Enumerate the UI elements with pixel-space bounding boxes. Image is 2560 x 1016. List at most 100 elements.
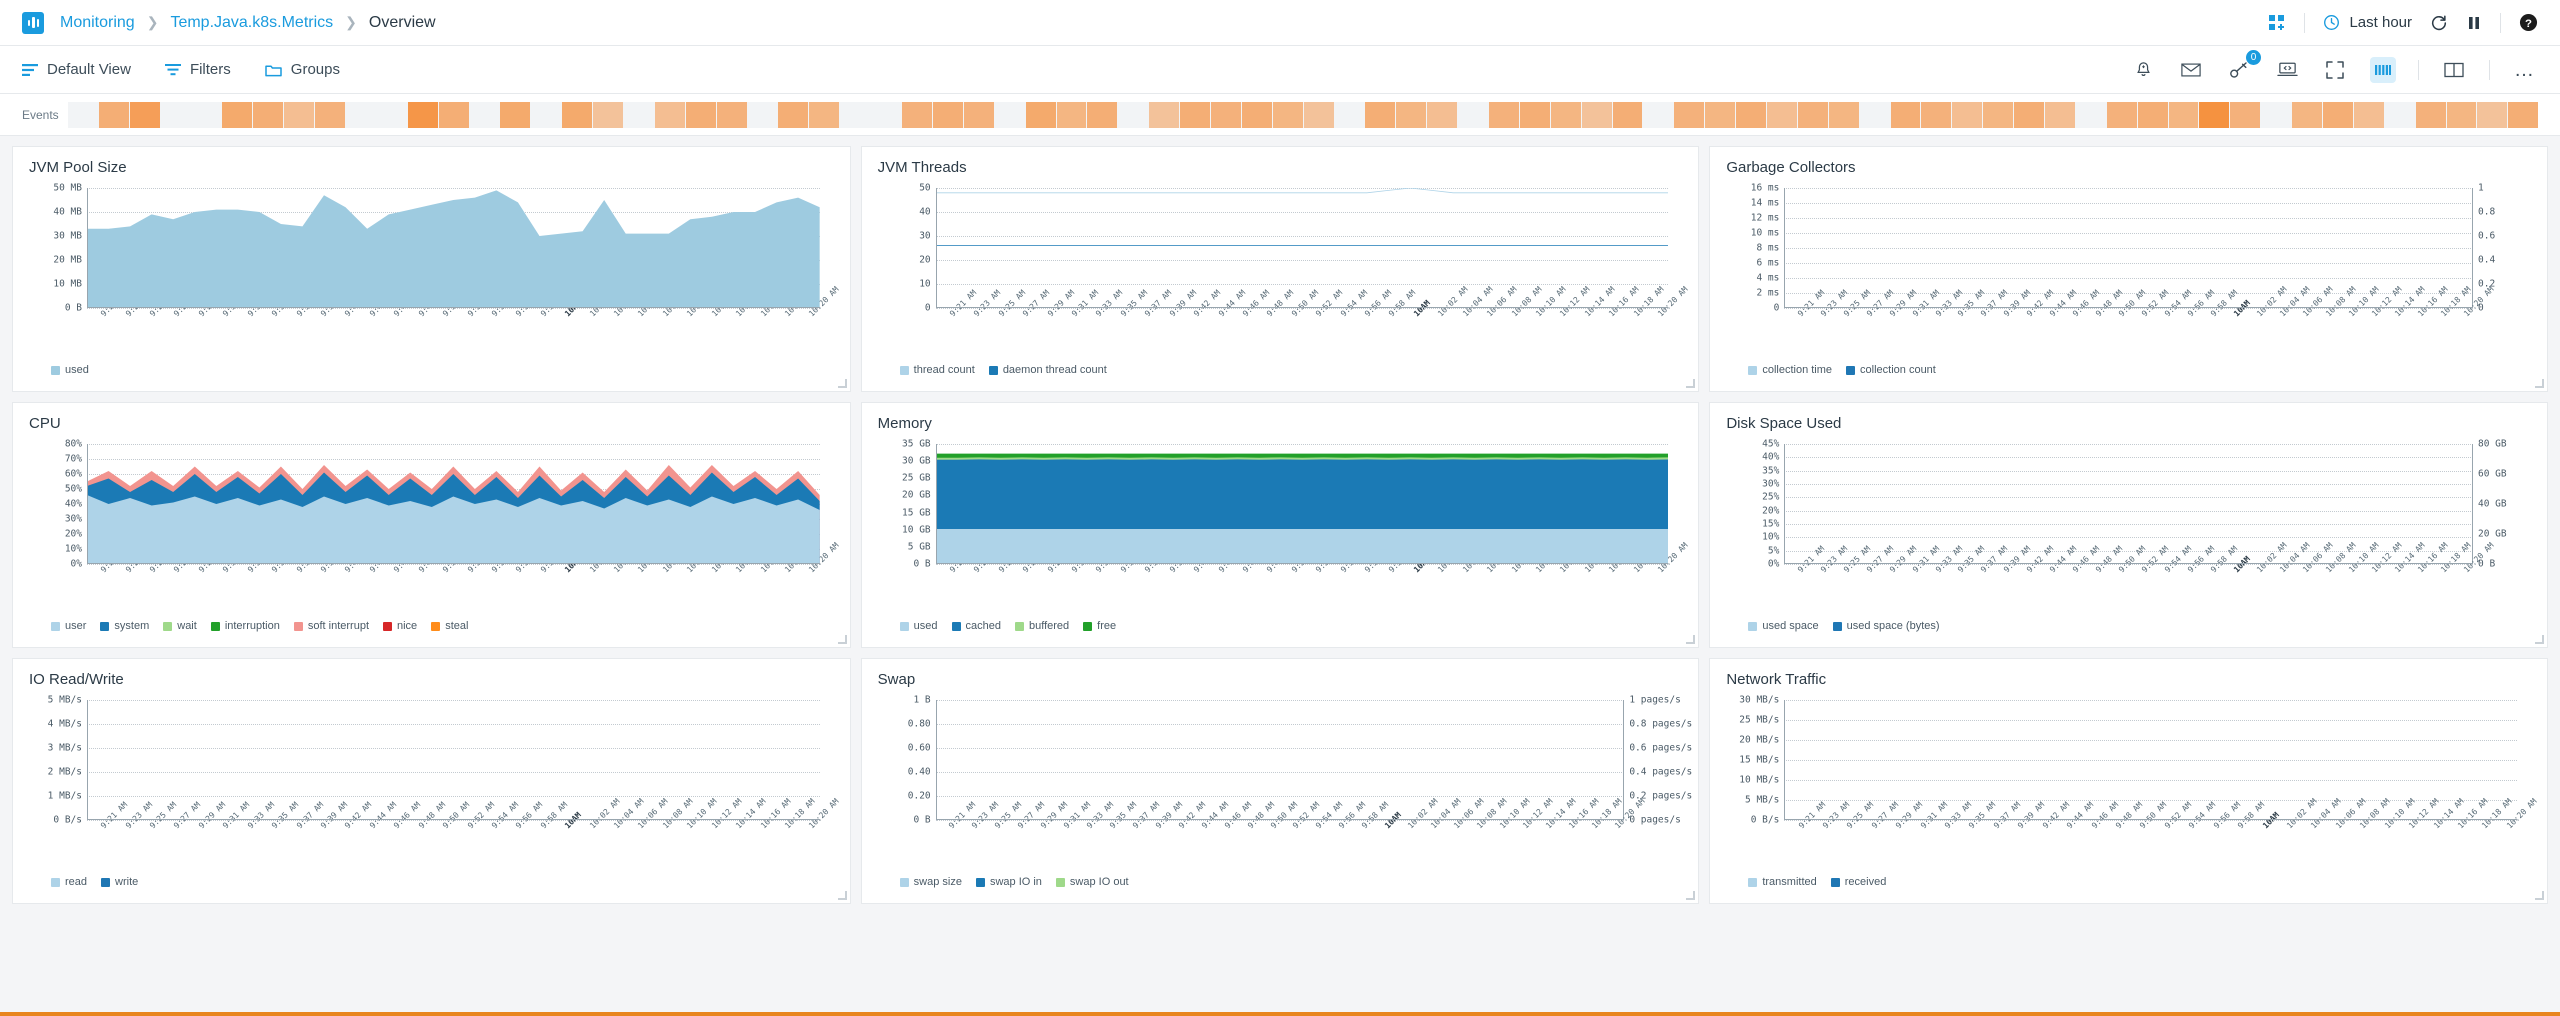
legend-item[interactable]: steal <box>431 620 468 632</box>
legend-item[interactable]: swap IO out <box>1056 876 1129 888</box>
plot-region[interactable]: 02 ms4 ms6 ms8 ms10 ms12 ms14 ms16 ms00.… <box>1784 188 2473 308</box>
event-block[interactable] <box>2076 102 2106 128</box>
event-block[interactable] <box>1860 102 1890 128</box>
legend-item[interactable]: collection time <box>1748 364 1832 376</box>
groups-button[interactable]: Groups <box>265 61 340 78</box>
event-block[interactable] <box>1242 102 1272 128</box>
event-block[interactable] <box>99 102 129 128</box>
event-block[interactable] <box>408 102 438 128</box>
bars-view-icon[interactable] <box>2370 57 2396 83</box>
legend-item[interactable]: write <box>101 876 138 888</box>
time-range-selector[interactable]: Last hour <box>2323 14 2412 31</box>
event-block[interactable] <box>778 102 808 128</box>
event-block[interactable] <box>531 102 561 128</box>
event-block[interactable] <box>1952 102 1982 128</box>
event-block[interactable] <box>2230 102 2260 128</box>
pause-icon[interactable] <box>2466 15 2482 31</box>
event-block[interactable] <box>1705 102 1735 128</box>
event-block[interactable] <box>2014 102 2044 128</box>
plot-region[interactable]: 010203040509:21 AM9:23 AM9:25 AM9:27 AM9… <box>936 188 1669 308</box>
legend-item[interactable]: read <box>51 876 87 888</box>
chart-area[interactable]: 0 B/s1 MB/s2 MB/s3 MB/s4 MB/s5 MB/s9:21 … <box>29 696 834 846</box>
event-block[interactable] <box>2508 102 2538 128</box>
event-block[interactable] <box>655 102 685 128</box>
event-block[interactable] <box>871 102 901 128</box>
panel-resize-handle[interactable] <box>2535 635 2544 644</box>
event-block[interactable] <box>1458 102 1488 128</box>
event-block[interactable] <box>2292 102 2322 128</box>
refresh-icon[interactable] <box>2430 14 2448 32</box>
chart-area[interactable]: 0%5%10%15%20%25%30%35%40%45%0 B20 GB40 G… <box>1726 440 2531 590</box>
plot-region[interactable]: 0 B0.200.400.600.801 B0 pages/s0.2 pages… <box>936 700 1625 820</box>
event-block[interactable] <box>1736 102 1766 128</box>
event-block[interactable] <box>2354 102 2384 128</box>
event-block[interactable] <box>624 102 654 128</box>
legend-item[interactable]: system <box>100 620 149 632</box>
grid-plus-icon[interactable] <box>2268 14 2286 32</box>
event-block[interactable] <box>161 102 191 128</box>
legend-item[interactable]: soft interrupt <box>294 620 369 632</box>
event-block[interactable] <box>933 102 963 128</box>
event-block[interactable] <box>1767 102 1797 128</box>
panel-resize-handle[interactable] <box>2535 379 2544 388</box>
legend-item[interactable]: swap IO in <box>976 876 1042 888</box>
event-block[interactable] <box>1551 102 1581 128</box>
filters-button[interactable]: Filters <box>165 61 231 78</box>
event-block[interactable] <box>2261 102 2291 128</box>
event-block[interactable] <box>1489 102 1519 128</box>
legend-item[interactable]: swap size <box>900 876 962 888</box>
event-block[interactable] <box>1180 102 1210 128</box>
events-track[interactable] <box>68 102 2538 128</box>
event-block[interactable] <box>1396 102 1426 128</box>
event-block[interactable] <box>809 102 839 128</box>
event-block[interactable] <box>1582 102 1612 128</box>
plot-region[interactable]: 0%10%20%30%40%50%60%70%80%9:21 AM9:23 AM… <box>87 444 820 564</box>
event-block[interactable] <box>686 102 716 128</box>
event-block[interactable] <box>253 102 283 128</box>
panel-resize-handle[interactable] <box>1686 891 1695 900</box>
chart-area[interactable]: 02 ms4 ms6 ms8 ms10 ms12 ms14 ms16 ms00.… <box>1726 184 2531 334</box>
event-block[interactable] <box>315 102 345 128</box>
event-block[interactable] <box>1674 102 1704 128</box>
event-block[interactable] <box>1365 102 1395 128</box>
event-block[interactable] <box>840 102 870 128</box>
event-block[interactable] <box>470 102 500 128</box>
legend-item[interactable]: transmitted <box>1748 876 1816 888</box>
legend-item[interactable]: buffered <box>1015 620 1069 632</box>
event-block[interactable] <box>2138 102 2168 128</box>
event-block[interactable] <box>2045 102 2075 128</box>
event-block[interactable] <box>192 102 222 128</box>
chart-area[interactable]: 0 B10 MB20 MB30 MB40 MB50 MB9:21 AM9:23 … <box>29 184 834 334</box>
event-block[interactable] <box>130 102 160 128</box>
event-block[interactable] <box>717 102 747 128</box>
legend-item[interactable]: used <box>51 364 89 376</box>
split-layout-icon[interactable] <box>2441 57 2467 83</box>
legend-item[interactable]: used <box>900 620 938 632</box>
event-block[interactable] <box>2385 102 2415 128</box>
event-block[interactable] <box>748 102 778 128</box>
legend-item[interactable]: used space (bytes) <box>1833 620 1940 632</box>
event-block[interactable] <box>1304 102 1334 128</box>
breadcrumb-item-metrics[interactable]: Temp.Java.k8s.Metrics <box>170 14 333 32</box>
legend-item[interactable]: cached <box>952 620 1001 632</box>
event-block[interactable] <box>1149 102 1179 128</box>
event-block[interactable] <box>2477 102 2507 128</box>
fullscreen-icon[interactable] <box>2322 57 2348 83</box>
link-icon[interactable]: 0 <box>2226 57 2252 83</box>
legend-item[interactable]: thread count <box>900 364 975 376</box>
panel-resize-handle[interactable] <box>1686 379 1695 388</box>
panel-resize-handle[interactable] <box>1686 635 1695 644</box>
more-options-icon[interactable]: … <box>2512 57 2538 83</box>
plot-region[interactable]: 0 B5 GB10 GB15 GB20 GB25 GB30 GB35 GB9:2… <box>936 444 1669 564</box>
plot-region[interactable]: 0%5%10%15%20%25%30%35%40%45%0 B20 GB40 G… <box>1784 444 2473 564</box>
chart-area[interactable]: 010203040509:21 AM9:23 AM9:25 AM9:27 AM9… <box>878 184 1683 334</box>
event-block[interactable] <box>1798 102 1828 128</box>
event-block[interactable] <box>1829 102 1859 128</box>
legend-item[interactable]: interruption <box>211 620 280 632</box>
legend-item[interactable]: user <box>51 620 86 632</box>
event-block[interactable] <box>2169 102 2199 128</box>
legend-item[interactable]: collection count <box>1846 364 1936 376</box>
bar-chart-logo[interactable] <box>22 12 44 34</box>
legend-item[interactable]: wait <box>163 620 197 632</box>
help-icon[interactable]: ? <box>2519 13 2538 32</box>
